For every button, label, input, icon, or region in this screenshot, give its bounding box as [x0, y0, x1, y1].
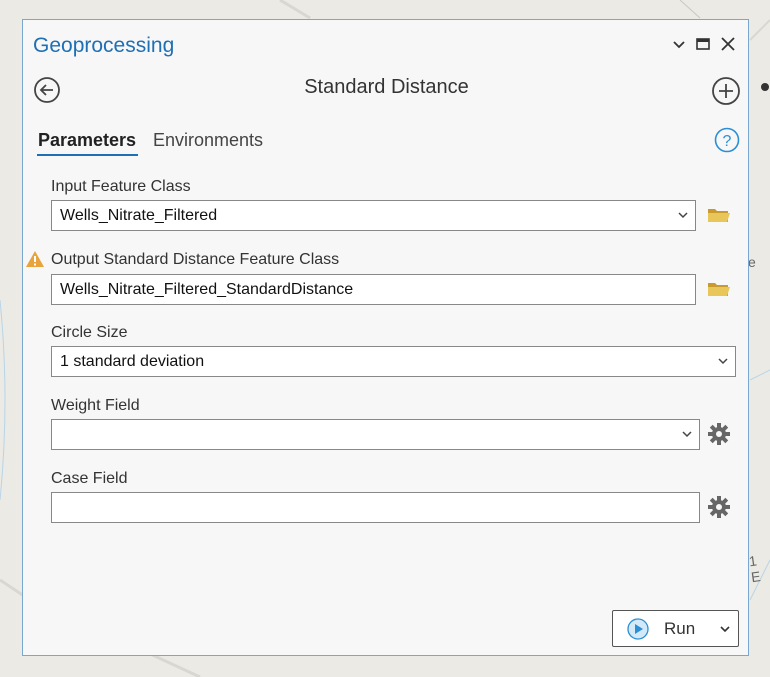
circle-size-dropdown[interactable]: 1 standard deviation — [51, 346, 736, 377]
geoprocessing-pane: Geoprocessing Standard Distance Paramete… — [22, 19, 749, 656]
output-feature-class-value: Wells_Nitrate_Filtered_StandardDistance — [60, 281, 354, 298]
active-tab-indicator — [37, 154, 138, 156]
weight-field-dropdown[interactable] — [51, 419, 700, 450]
close-icon[interactable] — [717, 32, 739, 56]
case-field-label: Case Field — [51, 470, 128, 487]
chevron-down-icon — [676, 205, 690, 225]
circle-size-label: Circle Size — [51, 324, 128, 341]
help-icon[interactable]: ? — [714, 127, 740, 153]
tab-parameters[interactable]: Parameters — [38, 130, 136, 151]
tool-title: Standard Distance — [304, 76, 469, 98]
map-label-fragment: e — [748, 254, 756, 270]
chevron-down-icon[interactable] — [718, 620, 732, 638]
maximize-icon[interactable] — [692, 32, 714, 56]
case-field-input[interactable] — [51, 492, 700, 523]
pane-title: Geoprocessing — [33, 34, 175, 57]
folder-icon[interactable] — [706, 203, 732, 227]
output-feature-class-input[interactable]: Wells_Nitrate_Filtered_StandardDistance — [51, 274, 696, 305]
gear-icon[interactable] — [706, 495, 732, 519]
chevron-down-icon — [680, 424, 694, 444]
weight-field-label: Weight Field — [51, 397, 140, 414]
tab-environments[interactable]: Environments — [153, 130, 263, 151]
add-icon[interactable] — [711, 76, 741, 106]
input-feature-class-value: Wells_Nitrate_Filtered — [60, 207, 218, 224]
play-icon — [627, 618, 649, 640]
run-button[interactable]: Run — [612, 610, 739, 647]
pane-menu-chevron-icon[interactable] — [668, 32, 690, 56]
map-label-fragment: 1 E — [747, 552, 762, 586]
chevron-down-icon — [716, 351, 730, 371]
warning-icon — [25, 249, 45, 269]
circle-size-value: 1 standard deviation — [60, 353, 205, 370]
folder-icon[interactable] — [706, 277, 732, 301]
input-feature-class-label: Input Feature Class — [51, 178, 191, 195]
output-feature-class-label: Output Standard Distance Feature Class — [51, 251, 340, 268]
svg-text:?: ? — [723, 133, 732, 150]
input-feature-class-dropdown[interactable]: Wells_Nitrate_Filtered — [51, 200, 696, 231]
gear-icon[interactable] — [706, 422, 732, 446]
run-button-label: Run — [664, 619, 696, 638]
